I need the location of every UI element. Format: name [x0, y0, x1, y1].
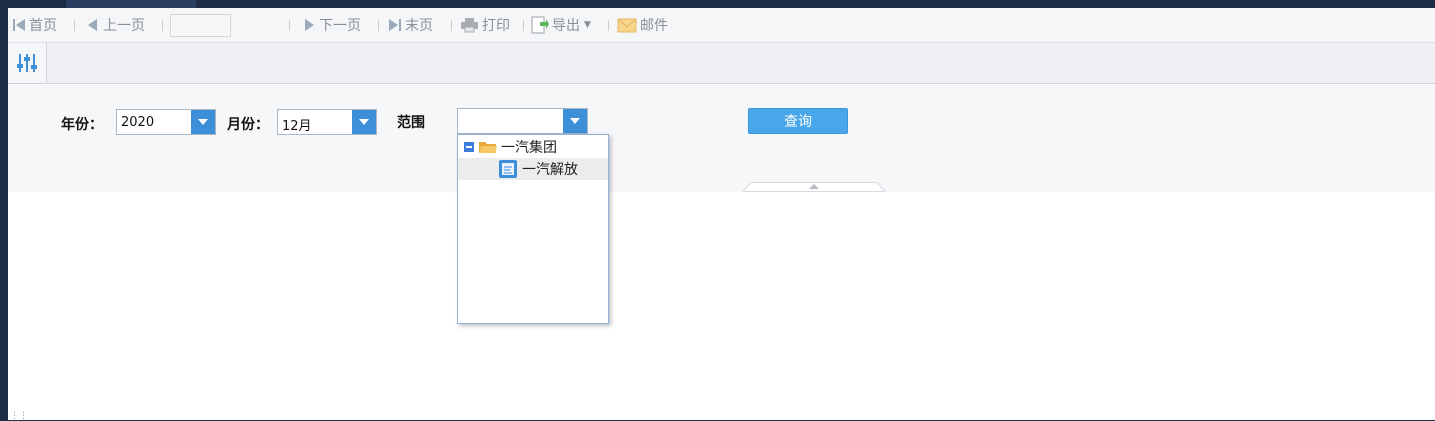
first-page-button[interactable]: 首页 [12, 16, 57, 34]
mail-icon [617, 18, 637, 32]
range-dropdown-button[interactable] [563, 109, 587, 133]
month-dropdown-button[interactable] [352, 110, 376, 134]
toolbar-divider [162, 20, 163, 31]
last-page-icon [389, 19, 401, 31]
prev-page-button[interactable]: 上一页 [86, 16, 145, 34]
toolbar-divider [608, 20, 609, 31]
parameter-form: 年份： 2020 月份： 12月 范围 查询 [8, 84, 1435, 192]
document-icon [499, 160, 517, 178]
print-button[interactable]: 打印 [460, 16, 510, 34]
tree-node-root[interactable]: 一汽集团 [458, 136, 608, 158]
toolbar-divider [523, 20, 524, 31]
year-label: 年份： [61, 117, 103, 133]
prev-page-icon [88, 19, 97, 31]
first-page-icon [13, 19, 25, 31]
print-label: 打印 [482, 18, 510, 34]
month-select[interactable]: 12月 [277, 109, 377, 135]
chevron-down-icon: ▼ [584, 20, 591, 30]
range-label: 范围 [397, 115, 425, 131]
tree-node-label: 一汽集团 [501, 140, 557, 156]
month-label: 月份： [227, 117, 269, 133]
range-select[interactable] [457, 108, 588, 134]
tree-node-child[interactable]: 一汽解放 [458, 158, 608, 180]
export-menu-button[interactable]: 导出 ▼ [531, 16, 591, 34]
next-page-label: 下一页 [319, 18, 361, 34]
folder-open-icon [479, 142, 497, 153]
toolbar-divider [74, 20, 75, 31]
collapse-toggle-icon[interactable] [464, 142, 474, 152]
page-number-input[interactable] [170, 14, 231, 37]
last-page-label: 末页 [405, 18, 433, 34]
chevron-down-icon [570, 118, 580, 124]
year-value: 2020 [121, 115, 155, 130]
toolbar-divider [451, 20, 452, 31]
params-toggle-tab[interactable] [8, 43, 47, 83]
toolbar-divider [378, 20, 379, 31]
params-bar [8, 43, 1435, 84]
first-page-label: 首页 [29, 18, 57, 34]
toolbar-divider [289, 20, 290, 31]
sliders-icon [17, 54, 37, 72]
collapse-panel-handle[interactable] [743, 182, 885, 192]
chevron-down-icon [198, 119, 208, 125]
printer-icon [461, 18, 478, 33]
report-frame: 首页 上一页 下一页 末页 打印 导出 ▼ 邮件 年份： 2020 月份： 12… [8, 8, 1435, 421]
tree-node-label: 一汽解放 [522, 162, 578, 178]
toolbar: 首页 上一页 下一页 末页 打印 导出 ▼ 邮件 [8, 8, 1435, 43]
next-page-icon [305, 19, 314, 31]
month-value: 12月 [282, 119, 312, 134]
export-icon [531, 16, 549, 34]
last-page-button[interactable]: 末页 [388, 16, 433, 34]
range-tree-dropdown: 一汽集团 一汽解放 [457, 134, 609, 324]
next-page-button[interactable]: 下一页 [302, 16, 361, 34]
mail-button[interactable]: 邮件 [617, 16, 668, 34]
query-button[interactable]: 查询 [748, 108, 848, 134]
export-label: 导出 [552, 18, 580, 34]
year-dropdown-button[interactable] [191, 110, 215, 134]
year-select[interactable]: 2020 [116, 109, 216, 135]
mail-label: 邮件 [640, 18, 668, 34]
chevron-down-icon [359, 119, 369, 125]
window-top-strip [66, 0, 196, 8]
resize-grip-icon[interactable]: ⋮⋮ [10, 412, 28, 421]
prev-page-label: 上一页 [103, 18, 145, 34]
